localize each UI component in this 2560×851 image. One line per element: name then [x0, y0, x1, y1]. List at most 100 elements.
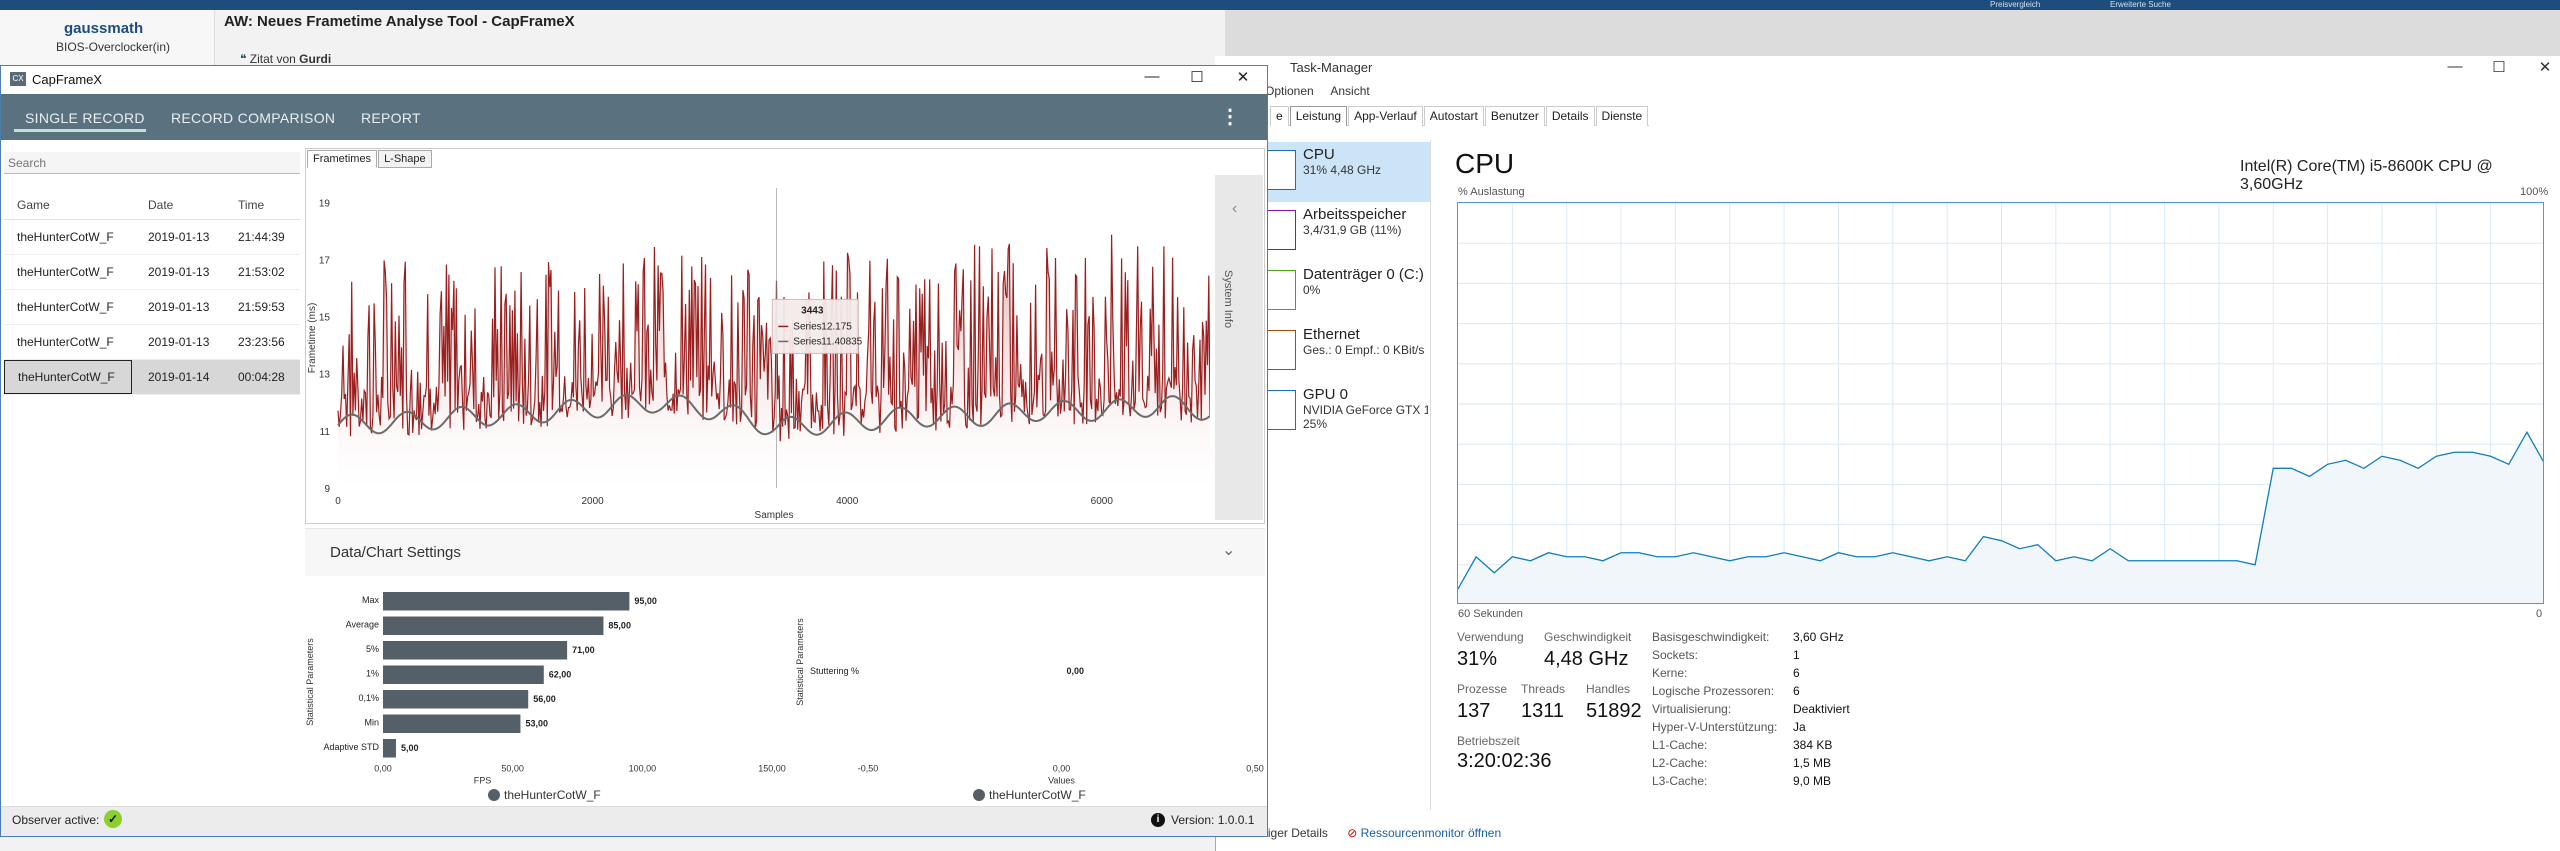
tm-side-memory[interactable]: Arbeitsspeicher 3,4/31,9 GB (11%) — [1260, 202, 1430, 262]
cpu-util-max: 100% — [2520, 186, 2549, 198]
tm-tab-users[interactable]: Benutzer — [1484, 106, 1545, 126]
bar-category-label: Stuttering % — [810, 666, 859, 676]
detail-value: 1,5 MB — [1793, 756, 1832, 770]
x-tick-label: 100,00 — [629, 764, 657, 774]
search-input[interactable] — [4, 152, 300, 173]
tm-tab-processes[interactable]: e — [1270, 106, 1289, 126]
stat-util-value: 31% — [1457, 648, 1498, 670]
cfx-close-button[interactable]: ✕ — [1228, 68, 1258, 86]
cfx-maximize-button[interactable]: ☐ — [1182, 68, 1212, 86]
bar-category-label: Max — [362, 595, 380, 605]
stat-util-label: Verwendung — [1457, 630, 1524, 644]
bar — [383, 665, 544, 684]
col-date[interactable]: Date — [132, 198, 226, 212]
x-tick-label: 2000 — [581, 496, 604, 507]
nav-report[interactable]: REPORT — [361, 110, 421, 126]
detail-value: 384 KB — [1793, 738, 1833, 752]
taskmanager-titlebar[interactable] — [1215, 56, 2560, 80]
legend-dot-icon — [973, 789, 985, 801]
tm-menu-view[interactable]: Ansicht — [1330, 84, 1369, 98]
tm-footer: ⌃ Weniger Details ⊘ Ressourcenmonitor öf… — [1230, 826, 1501, 840]
detail-value: 9,0 MB — [1793, 774, 1832, 788]
frametime-chart[interactable]: 9 11 13 15 17 19 0 2000 4000 6000 Samples Frametime… — [305, 168, 1210, 520]
chart-tabs: Frametimes L-Shape — [307, 150, 433, 168]
forum-link-price-compare[interactable]: Preisvergleich — [1990, 0, 2040, 9]
col-game[interactable]: Game — [4, 190, 132, 219]
tm-close-button[interactable]: ✕ — [2530, 58, 2560, 76]
tm-side-sub: NVIDIA GeForce GTX 10 — [1303, 403, 1428, 417]
tooltip-series-value: 11.40835 — [821, 336, 862, 347]
chevron-down-icon[interactable]: ⌄ — [1222, 540, 1235, 560]
capframex-titlebar[interactable] — [1, 66, 1267, 94]
tm-tab-services[interactable]: Dienste — [1595, 106, 1649, 126]
cell-time: 21:44:39 — [238, 230, 285, 244]
detail-key: Virtualisierung: — [1652, 702, 1732, 716]
capframex-nav: SINGLE RECORD RECORD COMPARISON REPORT — [1, 94, 1267, 140]
x-tick-label: 0 — [335, 496, 341, 507]
stat-threads-value: 1311 — [1521, 700, 1565, 722]
x-tick-label: 150,00 — [758, 764, 786, 774]
x-tick-label: 50,00 — [501, 764, 524, 774]
resource-monitor-label: Ressourcenmonitor öffnen — [1360, 826, 1502, 840]
tm-tab-app-history[interactable]: App-Verlauf — [1348, 106, 1423, 126]
bar-value-label: 53,00 — [525, 719, 548, 729]
x-tick-label: 0,50 — [1246, 764, 1264, 774]
cell-date: 2019-01-14 — [148, 370, 210, 384]
check-icon[interactable]: ✓ — [104, 810, 122, 828]
tm-minimize-button[interactable]: — — [2440, 58, 2470, 75]
cell-game: theHunterCotW_F — [17, 335, 114, 349]
forum-username[interactable]: gaussmath — [64, 20, 143, 37]
forum-thread-title: AW: Neues Frametime Analyse Tool - CapFr… — [224, 13, 575, 30]
table-row[interactable]: theHunterCotW_F 2019-01-13 21:44:39 — [4, 220, 300, 255]
quote-icon: ❝ — [240, 52, 250, 66]
y-axis-label: Frametime (ms) — [307, 303, 318, 374]
cpu-zero-label: 0 — [2536, 608, 2543, 620]
table-row[interactable]: theHunterCotW_F 2019-01-13 21:53:02 — [4, 255, 300, 290]
forum-quote-header: ❝ Zitat von Gurdi — [240, 52, 331, 66]
bar-value-label: 62,00 — [549, 670, 572, 680]
tm-side-gpu[interactable]: GPU 0 NVIDIA GeForce GTX 10 25% — [1260, 382, 1430, 442]
nav-single-record[interactable]: SINGLE RECORD — [25, 110, 145, 126]
tm-menu-options[interactable]: Optionen — [1265, 84, 1314, 98]
x-tick-label: 0,00 — [1053, 764, 1071, 774]
nav-record-comparison[interactable]: RECORD COMPARISON — [171, 110, 335, 126]
stat-handles-value: 51892 — [1586, 700, 1642, 722]
tm-side-cpu[interactable]: CPU 31% 4,48 GHz — [1260, 142, 1430, 202]
tooltip-series-name: Series — [793, 321, 821, 332]
legend-dot-icon — [488, 789, 500, 801]
info-icon[interactable]: i — [1151, 813, 1165, 827]
stat-speed-label: Geschwindigkeit — [1544, 630, 1632, 644]
system-info-panel[interactable] — [1215, 175, 1263, 520]
detail-key: L1-Cache: — [1652, 738, 1708, 752]
cell-date: 2019-01-13 — [148, 335, 210, 349]
chevron-left-icon[interactable]: ‹ — [1232, 200, 1237, 218]
forum-link-advanced-search[interactable]: Erweiterte Suche — [2110, 0, 2171, 9]
col-time[interactable]: Time — [226, 198, 300, 212]
more-vert-icon[interactable]: ⋮ — [1220, 104, 1240, 129]
cfx-minimize-button[interactable]: — — [1137, 68, 1167, 85]
table-row-selected[interactable]: theHunterCotW_F 2019-01-14 00:04:28 — [4, 360, 300, 395]
forum-top-bar: Preisvergleich Erweiterte Suche — [0, 0, 2560, 10]
tm-tab-startup[interactable]: Autostart — [1423, 106, 1484, 126]
resource-monitor-link[interactable]: ⊘ Ressourcenmonitor öffnen — [1347, 826, 1501, 840]
table-row[interactable]: theHunterCotW_F 2019-01-13 23:23:56 — [4, 325, 300, 360]
detail-value: 6 — [1793, 666, 1800, 680]
quote-author[interactable]: Gurdi — [299, 52, 331, 66]
tm-maximize-button[interactable]: ☐ — [2484, 58, 2514, 76]
tab-frametimes[interactable]: Frametimes — [307, 150, 378, 168]
stat-speed-value: 4,48 GHz — [1544, 648, 1629, 670]
bar-category-label: 1% — [366, 669, 379, 679]
tm-side-sub: 3,4/31,9 GB (11%) — [1303, 223, 1402, 237]
table-row[interactable]: theHunterCotW_F 2019-01-13 21:59:53 — [4, 290, 300, 325]
tm-side-disk[interactable]: Datenträger 0 (C:) 0% — [1260, 262, 1430, 322]
tab-l-shape[interactable]: L-Shape — [378, 150, 432, 168]
tm-side-ethernet[interactable]: Ethernet Ges.: 0 Empf.: 0 KBit/s — [1260, 322, 1430, 382]
version-prefix: Version: — [1171, 813, 1215, 827]
x-tick-label: 4000 — [836, 496, 859, 507]
forum-user-rank: BIOS-Overclocker(in) — [56, 40, 171, 54]
tm-tab-details[interactable]: Details — [1545, 106, 1595, 126]
tm-tab-performance[interactable]: Leistung — [1289, 106, 1348, 126]
y-tick-label: 9 — [324, 484, 330, 495]
tm-side-sub: 31% 4,48 GHz — [1303, 163, 1382, 177]
cell-date: 2019-01-13 — [148, 230, 210, 244]
